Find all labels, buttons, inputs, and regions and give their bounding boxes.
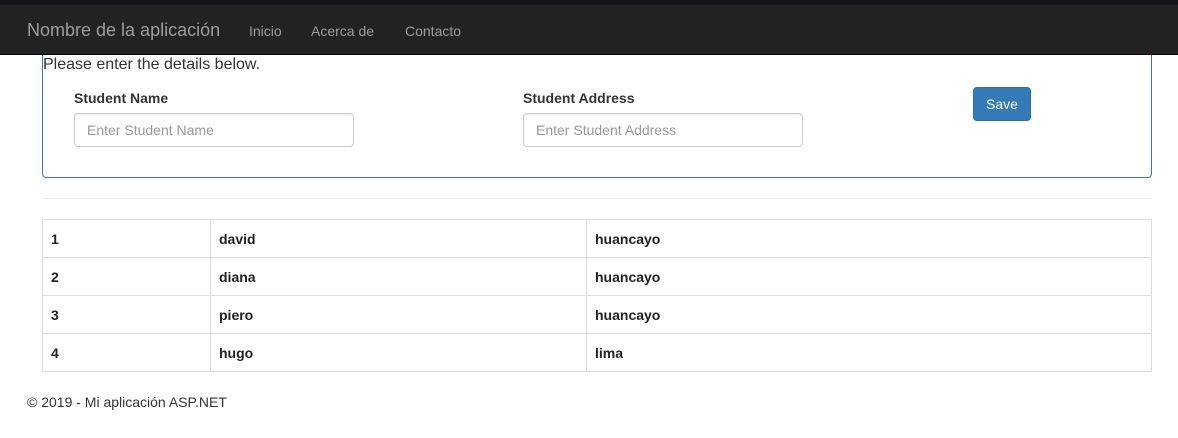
table-row: 4 hugo lima	[42, 333, 1152, 372]
nav-link-inicio[interactable]: Inicio	[249, 22, 282, 40]
table-cell-name: david	[210, 219, 587, 258]
student-form-panel: Please enter the details below. Student …	[42, 55, 1152, 178]
save-button[interactable]: Save	[973, 87, 1031, 121]
nav-link-contacto[interactable]: Contacto	[405, 22, 461, 40]
table-cell-address: huancayo	[586, 295, 1152, 334]
table-cell-name: piero	[210, 295, 587, 334]
table-cell-id: 4	[42, 333, 211, 372]
navbar-brand[interactable]: Nombre de la aplicación	[27, 19, 220, 41]
table-cell-name: hugo	[210, 333, 587, 372]
nav-link-acerca-de[interactable]: Acerca de	[311, 22, 374, 40]
student-name-label: Student Name	[74, 90, 169, 106]
navbar: Nombre de la aplicación Inicio Acerca de…	[0, 5, 1178, 55]
table-row: 1 david huancayo	[42, 219, 1152, 258]
table-row: 3 piero huancayo	[42, 295, 1152, 334]
table-row: 2 diana huancayo	[42, 257, 1152, 296]
table-cell-id: 2	[42, 257, 211, 296]
divider	[42, 198, 1152, 199]
table-cell-address: huancayo	[586, 257, 1152, 296]
table-cell-id: 3	[42, 295, 211, 334]
table-cell-address: huancayo	[586, 219, 1152, 258]
table-cell-address: lima	[586, 333, 1152, 372]
student-address-label: Student Address	[523, 90, 635, 106]
students-table: 1 david huancayo 2 diana huancayo 3 pier…	[42, 219, 1152, 372]
table-cell-name: diana	[210, 257, 587, 296]
student-name-input[interactable]	[74, 113, 354, 147]
table-cell-id: 1	[42, 219, 211, 258]
footer-copyright: © 2019 - Mi aplicación ASP.NET	[27, 394, 227, 410]
form-heading: Please enter the details below.	[43, 56, 261, 73]
student-address-input[interactable]	[523, 113, 803, 147]
